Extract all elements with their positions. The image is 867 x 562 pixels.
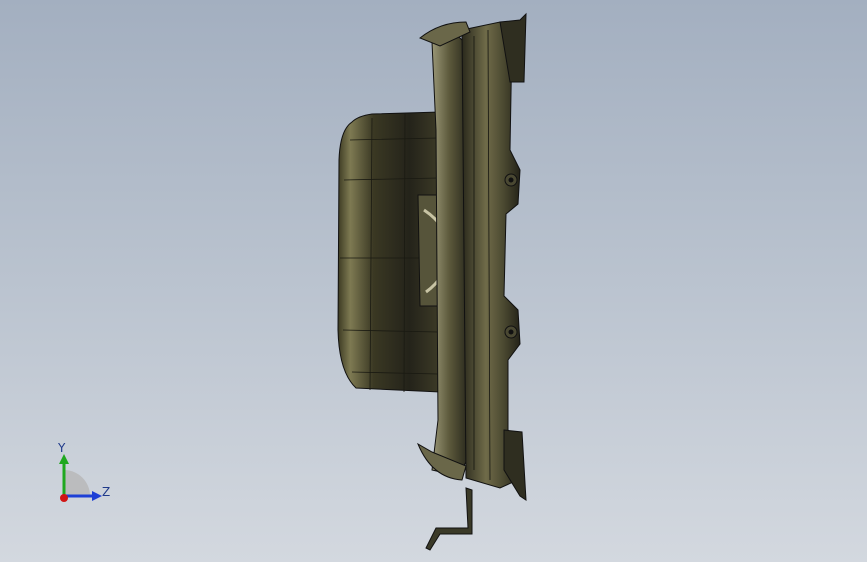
- cad-viewport[interactable]: Y Z: [0, 0, 867, 562]
- axis-y-label: Y: [58, 441, 66, 455]
- orientation-triad: Y Z: [50, 440, 120, 510]
- cad-model-part[interactable]: [0, 0, 867, 562]
- mounting-rail: [461, 21, 523, 489]
- front-flange: [431, 35, 467, 477]
- axis-z-label: Z: [102, 485, 111, 499]
- hook-clip: [425, 487, 473, 551]
